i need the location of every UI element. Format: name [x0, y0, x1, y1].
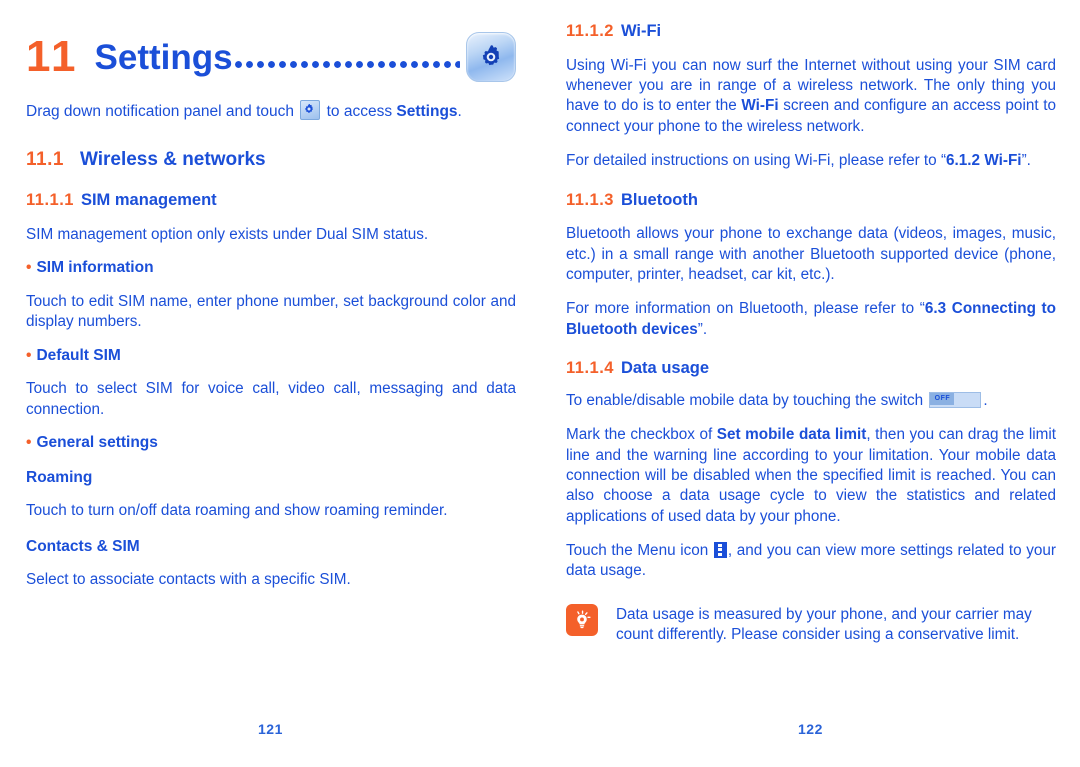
wifi-p2-part-b: ”.	[1021, 152, 1031, 170]
du-p1-part-a: To enable/disable mobile data by touchin…	[566, 391, 928, 409]
bullet-dot-icon: •	[26, 433, 32, 451]
heading-11-1-1-title: SIM management	[80, 191, 217, 210]
bluetooth-paragraph-2: For more information on Bluetooth, pleas…	[566, 299, 1056, 340]
wifi-paragraph-1: Using Wi-Fi you can now surf the Interne…	[566, 56, 1056, 137]
intro-paragraph: Drag down notification panel and touch t…	[26, 100, 516, 123]
bt-p2-part-b: ”.	[697, 320, 708, 338]
bluetooth-paragraph-1: Bluetooth allows your phone to exchange …	[566, 225, 1056, 283]
roaming-body: Touch to turn on/off data roaming and sh…	[26, 502, 448, 520]
intro-bold-settings: Settings	[396, 103, 458, 120]
du-p3-part-a: Touch the Menu icon	[566, 541, 713, 559]
default-sim-body: Touch to select SIM for voice call, vide…	[26, 380, 516, 418]
settings-gear-icon	[300, 100, 321, 120]
left-column: 11 Settings Drag down notification panel…	[26, 0, 516, 767]
tip-callout: Data usage is measured by your phone, an…	[566, 603, 1056, 646]
dotted-leader	[234, 35, 460, 79]
page-number-right: 122	[798, 721, 823, 737]
heading-11-1-4-number: 11.1.4	[566, 359, 614, 378]
document-page: 11 Settings Drag down notification panel…	[0, 0, 1080, 767]
heading-11-1: 11.1 Wireless & networks	[26, 149, 516, 172]
tip-text: Data usage is measured by your phone, an…	[616, 605, 1032, 643]
heading-11-1-3: 11.1.3 Bluetooth	[566, 191, 1056, 211]
bullet-heading-default-sim: • Default SIM	[26, 347, 516, 366]
toggle-state-label: OFF	[934, 395, 951, 403]
intro-text-before: Drag down notification panel and touch	[26, 103, 299, 120]
data-usage-paragraph-2: Mark the checkbox of Set mobile data lim…	[566, 425, 1056, 527]
heading-11-1-2-number: 11.1.2	[566, 22, 614, 40]
settings-gear-icon	[466, 32, 516, 82]
du-p2-bold: Set mobile data limit	[716, 426, 867, 444]
chapter-name: Settings	[94, 37, 233, 77]
intro-period: .	[457, 103, 462, 120]
heading-11-1-2: 11.1.2 Wi-Fi	[566, 22, 1056, 42]
heading-11-1-number: 11.1	[26, 149, 64, 171]
bullet-heading-sim-information: • SIM information	[26, 259, 516, 278]
lightbulb-tip-icon	[566, 603, 598, 636]
heading-11-1-1-number: 11.1.1	[26, 191, 74, 210]
du-p1-part-b: .	[983, 391, 988, 409]
bullet-heading-label: Default SIM	[36, 346, 121, 364]
heading-11-1-1: 11.1.1 SIM management	[26, 191, 516, 211]
heading-11-1-4: 11.1.4 Data usage	[566, 359, 1056, 379]
bullet-dot-icon: •	[26, 346, 32, 364]
data-usage-paragraph-1: To enable/disable mobile data by touchin…	[566, 391, 1056, 411]
sim-information-body: Touch to edit SIM name, enter phone numb…	[26, 293, 516, 331]
heading-11-1-2-title: Wi-Fi	[620, 22, 662, 40]
bullet-dot-icon: •	[26, 259, 32, 277]
bt-p2-part-a: For more information on Bluetooth, pleas…	[566, 300, 925, 318]
wifi-p1-bold: Wi-Fi	[741, 97, 779, 115]
mobile-data-toggle-switch[interactable]: OFF	[929, 391, 982, 408]
sim-management-intro: SIM management option only exists under …	[26, 226, 429, 244]
chapter-number: 11	[26, 32, 79, 81]
bullet-heading-label: SIM information	[36, 259, 154, 277]
heading-11-1-3-number: 11.1.3	[566, 190, 614, 209]
heading-roaming: Roaming	[26, 468, 93, 486]
page-number-left: 121	[258, 721, 283, 737]
contacts-sim-body: Select to associate contacts with a spec…	[26, 571, 351, 589]
du-p2-part-a: Mark the checkbox of	[566, 426, 717, 444]
toggle-knob: OFF	[930, 392, 955, 405]
bullet-heading-label: General settings	[36, 433, 158, 451]
chapter-title: 11 Settings	[26, 28, 516, 86]
wifi-p2-bold-ref: 6.1.2 Wi-Fi	[946, 152, 1022, 170]
wifi-paragraph-2: For detailed instructions on using Wi-Fi…	[566, 151, 1056, 171]
overflow-menu-icon[interactable]	[713, 541, 727, 558]
intro-text-after: to access	[322, 103, 397, 120]
right-column: 11.1.2 Wi-Fi Using Wi-Fi you can now surf…	[566, 0, 1056, 767]
heading-11-1-title: Wireless & networks	[79, 149, 266, 171]
wifi-p2-part-a: For detailed instructions on using Wi-Fi…	[566, 152, 947, 170]
data-usage-paragraph-3: Touch the Menu icon , and you can view m…	[566, 541, 1056, 582]
heading-11-1-3-title: Bluetooth	[620, 190, 698, 209]
heading-contacts-and-sim: Contacts & SIM	[26, 537, 140, 555]
bullet-heading-general-settings: • General settings	[26, 434, 516, 453]
heading-11-1-4-title: Data usage	[620, 359, 710, 378]
